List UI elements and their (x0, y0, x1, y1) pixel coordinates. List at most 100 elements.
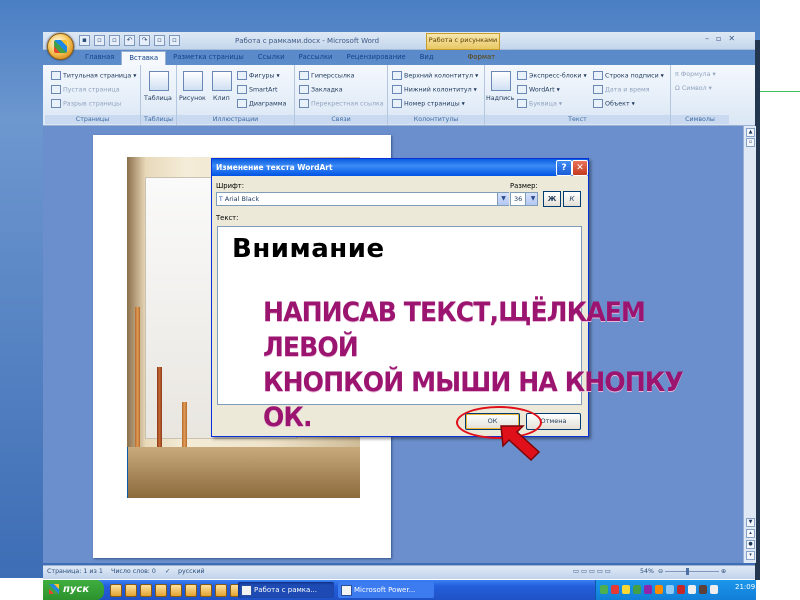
object-button[interactable]: Объект ▾ (593, 99, 635, 108)
maximize-button[interactable]: ▫ (716, 34, 721, 43)
start-button[interactable]: пуск (43, 580, 104, 600)
quick-launch-icon[interactable] (125, 584, 137, 597)
cover-page-button[interactable]: Титульная страница ▾ (51, 71, 136, 80)
taskbar-word-button[interactable]: Работа с рамка... (238, 582, 334, 598)
smartart-button[interactable]: SmartArt (237, 85, 277, 94)
print-icon[interactable]: ▫ (154, 35, 165, 46)
zoom-slider-thumb[interactable] (686, 568, 689, 575)
new-doc-icon[interactable]: ▫ (109, 35, 120, 46)
equation-button[interactable]: π Формула ▾ (675, 71, 716, 78)
next-page-icon[interactable]: ▾ (746, 551, 755, 560)
textbox-button[interactable]: Надпись (486, 95, 514, 102)
undo-icon[interactable]: ↶ (124, 35, 135, 46)
quick-launch-icon[interactable] (170, 584, 182, 597)
quick-launch-icon[interactable] (110, 584, 122, 597)
tab-page-layout[interactable]: Разметка страницы (166, 51, 251, 64)
tray-app-icon[interactable] (710, 585, 718, 594)
chevron-down-icon[interactable]: ▼ (497, 193, 509, 205)
quick-launch-icon[interactable] (215, 584, 227, 597)
ruler-toggle-icon[interactable]: ▫ (746, 138, 755, 147)
shapes-icon (237, 71, 247, 80)
chevron-down-icon[interactable]: ▼ (525, 193, 537, 205)
close-button[interactable]: ✕ (728, 34, 735, 43)
footer-button[interactable]: Нижний колонтитул ▾ (392, 85, 477, 94)
group-label-text: Текст (485, 115, 670, 124)
easel-tray (127, 447, 360, 498)
tray-app-icon[interactable] (655, 585, 663, 594)
zoom-out-icon[interactable]: ⊖ (658, 568, 663, 575)
network-icon[interactable] (600, 585, 608, 594)
omega-icon: Ω (675, 85, 682, 92)
tab-home[interactable]: Главная (78, 51, 121, 64)
header-button[interactable]: Верхний колонтитул ▾ (392, 71, 478, 80)
picture-button[interactable]: Рисунок (179, 95, 206, 102)
word-count[interactable]: Число слов: 0 (111, 568, 156, 575)
shapes-button[interactable]: Фигуры ▾ (237, 71, 280, 80)
page-number-button[interactable]: Номер страницы ▾ (392, 99, 465, 108)
tab-mailings[interactable]: Рассылки (292, 51, 340, 64)
browse-object-icon[interactable]: ● (746, 540, 755, 549)
quick-parts-button[interactable]: Экспресс-блоки ▾ (517, 71, 587, 80)
clock[interactable]: 21:09 (735, 583, 755, 591)
text-label: Текст: (216, 214, 239, 222)
size-dropdown[interactable]: 36 ▼ (510, 192, 538, 206)
tab-review[interactable]: Рецензирование (339, 51, 412, 64)
tray-app-icon[interactable] (644, 585, 652, 594)
zoom-level[interactable]: 54% (640, 568, 654, 575)
tray-app-icon[interactable] (699, 585, 707, 594)
font-dropdown[interactable]: T Arial Black ▼ (216, 192, 509, 206)
font-label: Шрифт: (216, 182, 245, 190)
tray-app-icon[interactable] (688, 585, 696, 594)
view-buttons[interactable]: ▭ ▭ ▭ ▭ ▭ (573, 568, 611, 575)
preview-icon[interactable]: ▫ (169, 35, 180, 46)
tray-app-icon[interactable] (633, 585, 641, 594)
instruction-text: Написав текст,щёлкаем левой кнопкой мыши… (263, 295, 723, 435)
zoom-in-icon[interactable]: ⊕ (721, 568, 726, 575)
save-icon[interactable]: ▪ (79, 35, 90, 46)
tab-references[interactable]: Ссылки (251, 51, 292, 64)
dropcap-button[interactable]: Буквица ▾ (517, 99, 562, 108)
dialog-close-button[interactable]: ✕ (572, 160, 588, 176)
proofing-icon[interactable]: ✓ (165, 568, 170, 575)
quick-launch-icon[interactable] (140, 584, 152, 597)
quick-launch-icon[interactable] (185, 584, 197, 597)
language-flag-icon[interactable] (611, 585, 619, 594)
quick-launch-icon[interactable] (155, 584, 167, 597)
tab-format[interactable]: Формат (461, 51, 503, 64)
tab-view[interactable]: Вид (413, 51, 441, 64)
chart-icon (237, 99, 247, 108)
tray-app-icon[interactable] (622, 585, 630, 594)
page-count[interactable]: Страница: 1 из 1 (47, 568, 103, 575)
chart-button[interactable]: Диаграмма (237, 99, 286, 108)
table-button[interactable]: Таблица (144, 95, 172, 102)
minimize-button[interactable]: – (705, 34, 709, 43)
italic-button[interactable]: К (563, 191, 581, 207)
clipart-button[interactable]: Клип (213, 95, 230, 102)
volume-icon[interactable] (666, 585, 674, 594)
language-indicator[interactable]: русский (178, 568, 205, 575)
taskbar-powerpoint-button[interactable]: Microsoft Power... (338, 582, 434, 598)
tray-app-icon[interactable] (677, 585, 685, 594)
symbol-button[interactable]: Ω Символ ▾ (675, 85, 712, 92)
page-break-button[interactable]: Разрыв страницы (51, 99, 121, 108)
group-illustrations: Рисунок Клип Фигуры ▾ SmartArt Диаграмма… (177, 65, 295, 125)
cross-reference-button[interactable]: Перекрестная ссылка (299, 99, 384, 108)
tab-insert[interactable]: Вставка (121, 51, 167, 65)
office-button[interactable] (47, 33, 74, 60)
redo-icon[interactable]: ↷ (139, 35, 150, 46)
bold-button[interactable]: Ж (543, 191, 561, 207)
date-time-button[interactable]: Дата и время (593, 85, 650, 94)
bookmark-button[interactable]: Закладка (299, 85, 343, 94)
help-button[interactable]: ? (556, 160, 572, 176)
scroll-down-icon[interactable]: ▼ (746, 518, 755, 527)
blank-page-button[interactable]: Пустая страница (51, 85, 120, 94)
zoom-slider[interactable] (665, 571, 719, 572)
wordart-button[interactable]: WordArt ▾ (517, 85, 560, 94)
vertical-scrollbar[interactable]: ▲ ▫ ▼ ▴ ● ▾ (743, 126, 756, 563)
folder-icon[interactable]: ▫ (94, 35, 105, 46)
quick-launch-icon[interactable] (200, 584, 212, 597)
scroll-up-icon[interactable]: ▲ (746, 128, 755, 137)
prev-page-icon[interactable]: ▴ (746, 529, 755, 538)
hyperlink-button[interactable]: Гиперссылка (299, 71, 355, 80)
signature-line-button[interactable]: Строка подписи ▾ (593, 71, 664, 80)
